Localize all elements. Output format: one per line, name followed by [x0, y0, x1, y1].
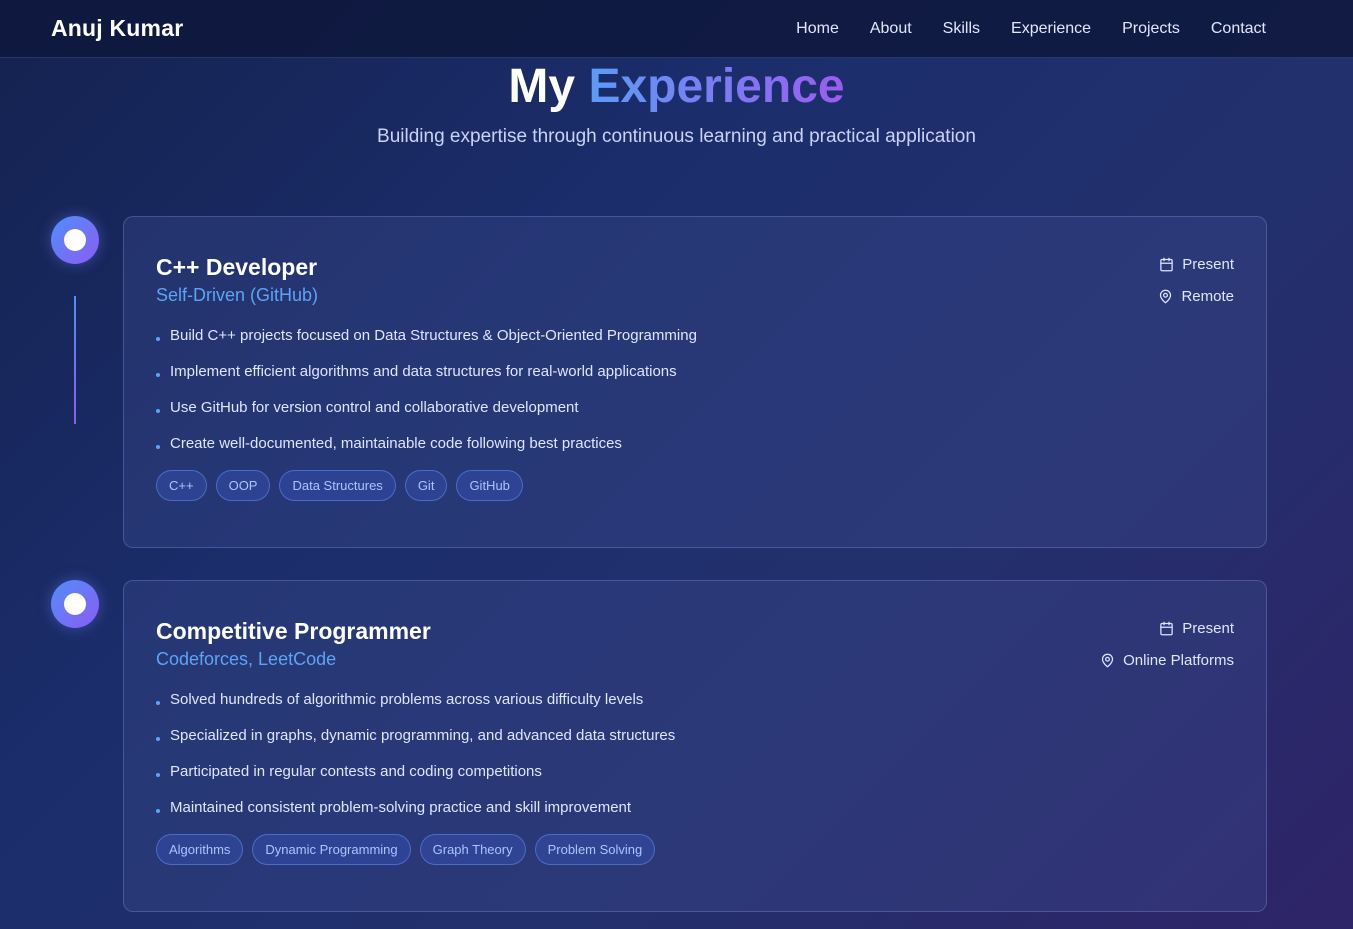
experience-org: Codeforces, LeetCode	[156, 649, 337, 669]
bullet-text: Participated in regular contests and cod…	[170, 763, 542, 780]
experience-date: Present	[1158, 253, 1234, 275]
bullet-item: Build C++ projects focused on Data Struc…	[156, 326, 1234, 346]
bullet-item: Use GitHub for version control and colla…	[156, 398, 1234, 418]
skill-tag: OOP	[215, 470, 271, 501]
experience-card: Competitive Programmer Codeforces, LeetC…	[123, 580, 1267, 912]
page-title: My Experience	[0, 58, 1353, 116]
timeline-dot	[51, 216, 99, 264]
timeline-dot	[51, 580, 99, 628]
map-pin-icon	[1102, 653, 1114, 667]
brand-logo[interactable]: Anuj Kumar	[51, 15, 183, 42]
experience-location-text: Online Platforms	[1123, 651, 1234, 669]
bullet-dot	[156, 445, 160, 449]
skill-tag: C++	[156, 470, 207, 501]
bullet-dot	[156, 409, 160, 413]
skill-tag: Git	[404, 470, 448, 501]
skill-tag: Graph Theory	[419, 834, 526, 865]
nav-link-projects[interactable]: Projects	[1122, 20, 1180, 38]
bullet-text: Implement efficient algorithms and data …	[170, 363, 677, 380]
nav-link-contact[interactable]: Contact	[1211, 20, 1266, 38]
bullet-text: Build C++ projects focused on Data Struc…	[170, 327, 697, 344]
experience-location: Remote	[1158, 285, 1234, 307]
experience-title: Competitive Programmer	[156, 618, 431, 644]
skill-tag: GitHub	[456, 470, 523, 501]
bullet-text: Solved hundreds of algorithmic problems …	[170, 691, 644, 708]
bullet-item: Solved hundreds of algorithmic problems …	[156, 690, 1234, 710]
experience-date: Present	[1100, 617, 1234, 639]
experience-header: My Experience Building expertise through…	[0, 58, 1353, 148]
nav-link-experience[interactable]: Experience	[1011, 20, 1091, 38]
page-title-accent: Experience	[588, 60, 845, 113]
bullet-dot	[156, 701, 160, 705]
skill-tag: Data Structures	[279, 470, 396, 501]
experience-meta: Present Online Platforms	[1100, 617, 1234, 681]
timeline-dot-center	[64, 593, 86, 615]
bullet-item: Specialized in graphs, dynamic programmi…	[156, 726, 1234, 746]
skill-tags: C++ OOP Data Structures Git GitHub	[156, 470, 1234, 501]
skill-tag: Algorithms	[156, 834, 244, 865]
bullet-dot	[156, 737, 160, 741]
experience-bullets: Build C++ projects focused on Data Struc…	[156, 326, 1234, 454]
experience-location-text: Remote	[1181, 287, 1234, 305]
experience-location: Online Platforms	[1100, 649, 1234, 671]
experience-date-text: Present	[1182, 255, 1234, 273]
skill-tag: Problem Solving	[534, 834, 656, 865]
nav-links: Home About Skills Experience Projects Co…	[796, 20, 1266, 38]
skill-tags: Algorithms Dynamic Programming Graph The…	[156, 834, 1234, 865]
experience-org: Self-Driven (GitHub)	[156, 285, 319, 305]
bullet-text: Specialized in graphs, dynamic programmi…	[170, 727, 676, 744]
bullet-dot	[156, 809, 160, 813]
bullet-text: Create well-documented, maintainable cod…	[170, 435, 622, 452]
nav-link-skills[interactable]: Skills	[943, 20, 980, 38]
bullet-item: Implement efficient algorithms and data …	[156, 362, 1234, 382]
bullet-item: Maintained consistent problem-solving pr…	[156, 798, 1234, 818]
experience-title: C++ Developer	[156, 254, 318, 280]
bullet-dot	[156, 373, 160, 377]
bullet-dot	[156, 337, 160, 341]
experience-date-text: Present	[1182, 619, 1234, 637]
calendar-icon	[1160, 621, 1174, 635]
experience-meta: Present Remote	[1158, 253, 1234, 317]
bullet-dot	[156, 773, 160, 777]
nav-link-home[interactable]: Home	[796, 20, 839, 38]
bullet-text: Maintained consistent problem-solving pr…	[170, 799, 632, 816]
navbar: Anuj Kumar Home About Skills Experience …	[0, 0, 1353, 58]
map-pin-icon	[1160, 289, 1172, 303]
calendar-icon	[1160, 257, 1174, 271]
bullet-text: Use GitHub for version control and colla…	[170, 399, 579, 416]
timeline-line	[74, 296, 76, 424]
experience-bullets: Solved hundreds of algorithmic problems …	[156, 690, 1234, 818]
nav-link-about[interactable]: About	[870, 20, 912, 38]
page-subtitle: Building expertise through continuous le…	[377, 126, 976, 147]
page-title-plain: My	[508, 60, 576, 113]
timeline-dot-center	[64, 229, 86, 251]
skill-tag: Dynamic Programming	[252, 834, 411, 865]
bullet-item: Create well-documented, maintainable cod…	[156, 434, 1234, 454]
experience-card: C++ Developer Self-Driven (GitHub) Prese…	[123, 216, 1267, 548]
bullet-item: Participated in regular contests and cod…	[156, 762, 1234, 782]
